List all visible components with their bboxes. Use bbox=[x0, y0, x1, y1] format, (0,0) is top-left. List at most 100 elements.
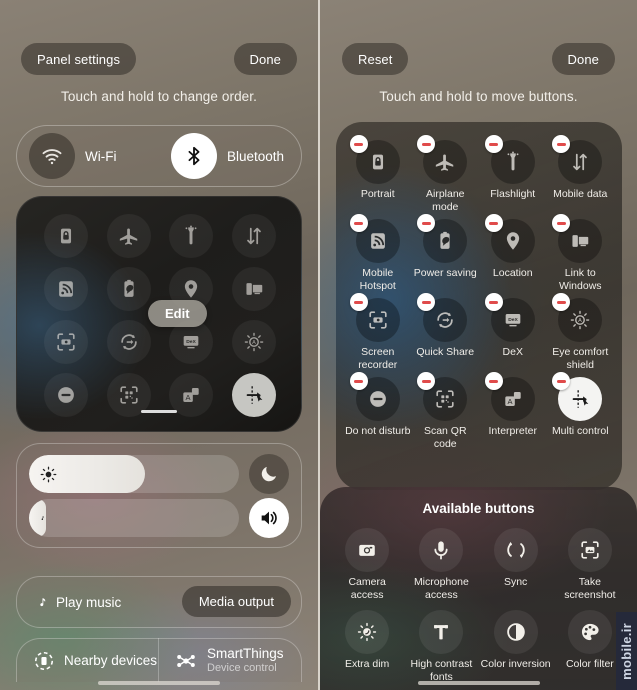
quick-tile-link-to-windows[interactable] bbox=[223, 267, 286, 311]
available-button-tile[interactable]: Camera access bbox=[330, 528, 404, 601]
brightness-slider[interactable] bbox=[29, 455, 239, 493]
play-music-label: Play music bbox=[56, 594, 122, 610]
portrait-lock-icon bbox=[44, 214, 89, 258]
svg-text:DeX: DeX bbox=[508, 317, 518, 323]
nearby-devices-label: Nearby devices bbox=[64, 653, 158, 668]
svg-text:A: A bbox=[186, 393, 191, 402]
do-not-disturb-icon bbox=[44, 373, 89, 417]
active-button-tile[interactable]: Multi control bbox=[547, 372, 615, 450]
active-button-icon-wrap bbox=[417, 372, 468, 421]
active-button-icon-wrap bbox=[552, 372, 603, 421]
remove-button-badge[interactable] bbox=[484, 214, 503, 232]
high-contrast-fonts-icon bbox=[419, 610, 464, 654]
active-button-tile[interactable]: Do not disturb bbox=[344, 372, 412, 450]
active-button-tile[interactable]: A Interpreter bbox=[479, 372, 547, 450]
active-button-tile[interactable]: A Eye comfort shield bbox=[547, 293, 615, 371]
remove-button-badge[interactable] bbox=[349, 293, 368, 311]
active-button-label: Flashlight bbox=[490, 188, 536, 200]
active-button-tile[interactable]: Mobile Hotspot bbox=[344, 214, 412, 292]
right-panel: Reset Done Touch and hold to move button… bbox=[320, 0, 637, 690]
wifi-tile[interactable]: Wi-Fi bbox=[17, 126, 159, 186]
quick-tile-multi-control[interactable] bbox=[223, 373, 286, 417]
remove-button-badge[interactable] bbox=[484, 293, 503, 311]
right-hint-text: Touch and hold to move buttons. bbox=[379, 89, 578, 104]
sound-mode-toggle[interactable] bbox=[249, 498, 289, 538]
active-button-tile[interactable]: Airplane mode bbox=[412, 135, 480, 213]
quick-tile-mobile-data[interactable] bbox=[223, 214, 286, 258]
active-button-icon-wrap bbox=[484, 214, 535, 263]
available-button-tile[interactable]: Sync bbox=[479, 528, 553, 601]
available-button-tile[interactable]: Take screenshot bbox=[553, 528, 627, 601]
quick-tile-quick-share[interactable] bbox=[98, 320, 161, 364]
available-button-tile[interactable]: High contrast fonts bbox=[404, 610, 478, 683]
link-to-windows-icon bbox=[231, 267, 276, 311]
remove-button-badge[interactable] bbox=[349, 135, 368, 153]
available-button-label: Sync bbox=[503, 576, 528, 588]
reset-button[interactable]: Reset bbox=[342, 43, 409, 75]
available-button-label: Microphone access bbox=[413, 576, 469, 601]
quick-tile-do-not-disturb[interactable] bbox=[35, 373, 98, 417]
active-button-label: Mobile Hotspot bbox=[359, 267, 396, 292]
screen-recorder-icon bbox=[44, 320, 89, 364]
active-button-tile[interactable]: Location bbox=[479, 214, 547, 292]
media-output-button[interactable]: Media output bbox=[181, 586, 291, 617]
quick-share-icon bbox=[106, 320, 151, 364]
sync-icon bbox=[493, 528, 538, 572]
remove-button-badge[interactable] bbox=[484, 372, 503, 390]
active-button-tile[interactable]: Link to Windows bbox=[547, 214, 615, 292]
active-button-tile[interactable]: Screen recorder bbox=[344, 293, 412, 371]
edit-tooltip[interactable]: Edit bbox=[148, 300, 207, 327]
volume-slider[interactable] bbox=[29, 499, 239, 537]
available-button-tile[interactable]: Color inversion bbox=[479, 610, 553, 683]
quick-tile-mobile-hotspot[interactable] bbox=[35, 267, 98, 311]
active-button-tile[interactable]: Scan QR code bbox=[412, 372, 480, 450]
wifi-label: Wi-Fi bbox=[85, 148, 117, 164]
active-button-tile[interactable]: DeX DeX bbox=[479, 293, 547, 371]
active-button-tile[interactable]: Flashlight bbox=[479, 135, 547, 213]
brightness-icon bbox=[40, 466, 57, 482]
grid-drag-handle[interactable] bbox=[141, 410, 177, 413]
done-button-right[interactable]: Done bbox=[551, 43, 615, 75]
active-button-label: Mobile data bbox=[553, 188, 608, 200]
remove-button-badge[interactable] bbox=[349, 214, 368, 232]
play-music-row[interactable]: Play music bbox=[17, 595, 121, 610]
remove-button-badge[interactable] bbox=[484, 135, 503, 153]
active-button-tile[interactable]: Power saving bbox=[412, 214, 480, 292]
quick-tile-airplane-mode[interactable] bbox=[98, 214, 161, 258]
brightness-slider-row bbox=[29, 454, 289, 494]
available-button-label: High contrast fonts bbox=[410, 658, 473, 683]
quick-tile-flashlight[interactable] bbox=[160, 214, 223, 258]
quick-tile-screen-recorder[interactable] bbox=[35, 320, 98, 364]
remove-button-badge[interactable] bbox=[349, 372, 368, 390]
available-buttons-title: Available buttons bbox=[422, 501, 535, 516]
active-button-icon-wrap bbox=[552, 135, 603, 184]
wifi-icon bbox=[29, 133, 75, 179]
available-button-tile[interactable]: Microphone access bbox=[404, 528, 478, 601]
power-saving-icon bbox=[106, 267, 151, 311]
navigation-handle-right[interactable] bbox=[417, 681, 540, 685]
moon-icon bbox=[261, 466, 277, 482]
panel-settings-button[interactable]: Panel settings bbox=[21, 43, 137, 75]
active-button-tile[interactable]: Portrait bbox=[344, 135, 412, 213]
volume-slider-row bbox=[29, 498, 289, 538]
wifi-bluetooth-pill: Wi-Fi Bluetooth bbox=[16, 125, 302, 187]
media-card[interactable]: Play music Media output bbox=[16, 576, 302, 628]
svg-text:A: A bbox=[578, 318, 582, 324]
available-button-tile[interactable]: Extra dim bbox=[330, 610, 404, 683]
active-button-icon-wrap bbox=[484, 135, 535, 184]
quick-tile-portrait[interactable] bbox=[35, 214, 98, 258]
active-button-tile[interactable]: Quick Share bbox=[412, 293, 480, 371]
active-button-label: Link to Windows bbox=[558, 267, 602, 292]
bluetooth-tile[interactable]: Bluetooth bbox=[159, 126, 301, 186]
done-button-left[interactable]: Done bbox=[233, 43, 297, 75]
dark-mode-toggle[interactable] bbox=[249, 454, 289, 494]
navigation-handle-left[interactable] bbox=[98, 681, 220, 685]
bluetooth-label: Bluetooth bbox=[227, 148, 285, 164]
active-button-tile[interactable]: Mobile data bbox=[547, 135, 615, 213]
available-buttons-card: Available buttons Camera access Microphon… bbox=[320, 487, 637, 690]
airplane-icon bbox=[106, 214, 151, 258]
nearby-devices-tile[interactable]: Nearby devices bbox=[17, 639, 160, 682]
active-button-icon-wrap bbox=[349, 135, 400, 184]
smartthings-tile[interactable]: SmartThings Device control bbox=[160, 639, 301, 682]
quick-tile-eye-comfort-shield[interactable]: A bbox=[223, 320, 286, 364]
